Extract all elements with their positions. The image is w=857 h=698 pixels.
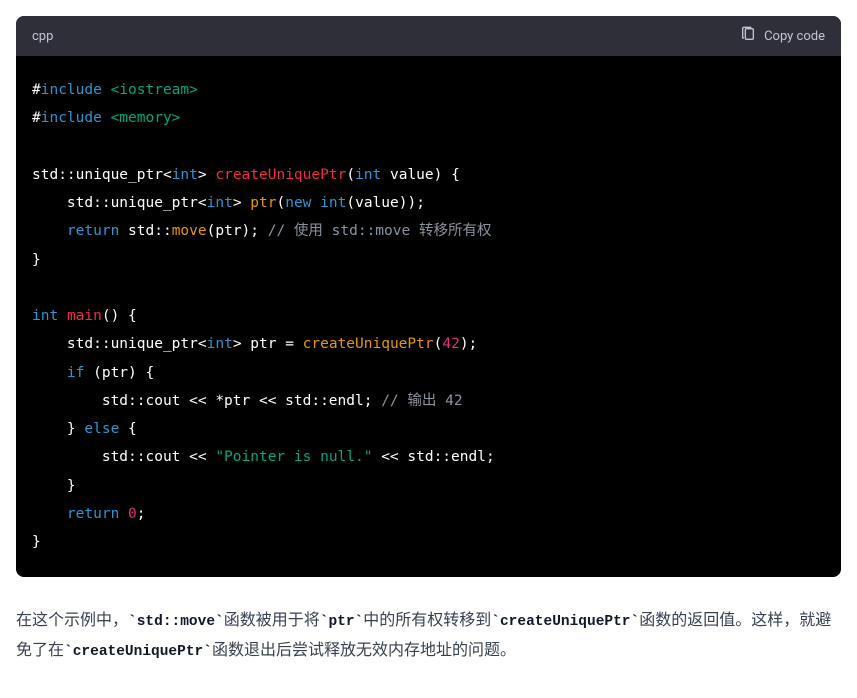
inline-code: `createUniquePtr` — [64, 644, 212, 660]
code-token: int — [172, 167, 198, 183]
code-token: include — [41, 82, 102, 98]
code-token: std::unique_ptr< — [32, 336, 207, 352]
code-token — [32, 365, 67, 381]
code-body[interactable]: #include <iostream> #include <memory> st… — [16, 56, 841, 577]
code-token: std:: — [119, 223, 171, 239]
code-token — [102, 82, 111, 98]
code-token: int — [207, 195, 233, 211]
code-token: (ptr) { — [84, 365, 154, 381]
code-token: > — [198, 167, 215, 183]
code-token — [311, 195, 320, 211]
code-token: { — [119, 421, 136, 437]
code-token: createUniquePtr — [215, 167, 346, 183]
code-token: } — [32, 421, 84, 437]
prose-text: 中的所有权转移到 — [363, 610, 491, 629]
code-token: ptr — [250, 195, 276, 211]
code-token — [32, 506, 67, 522]
inline-code: `createUniquePtr` — [491, 614, 639, 630]
code-token — [119, 506, 128, 522]
code-token: ( — [276, 195, 285, 211]
code-token: 42 — [442, 336, 459, 352]
prose-text: 函数退出后尝试释放无效内存地址的问题。 — [212, 640, 516, 659]
code-token: // 输出 42 — [381, 393, 462, 409]
prose-text: 在这个示例中， — [16, 610, 128, 629]
code-token: 0 — [128, 506, 137, 522]
code-token: include — [41, 110, 102, 126]
explanation-paragraph: 在这个示例中，`std::move`函数被用于将`ptr`中的所有权转移到`cr… — [16, 605, 841, 667]
prose-text: 函数被用于将 — [224, 610, 320, 629]
code-token: "Pointer is null." — [215, 449, 372, 465]
code-token: (value)); — [346, 195, 425, 211]
code-token: } — [32, 478, 76, 494]
clipboard-icon — [740, 26, 756, 46]
copy-code-label: Copy code — [764, 29, 825, 44]
inline-code: `ptr` — [320, 614, 364, 630]
code-token: std::unique_ptr< — [32, 167, 172, 183]
code-token: # — [32, 82, 41, 98]
code-token: ( — [346, 167, 355, 183]
code-token: createUniquePtr — [303, 336, 434, 352]
code-token: return — [67, 223, 119, 239]
code-token: > ptr = — [233, 336, 303, 352]
code-token: ); — [460, 336, 477, 352]
code-token: } — [32, 534, 41, 550]
code-token: > — [233, 195, 250, 211]
code-token: int — [32, 308, 58, 324]
code-token: int — [320, 195, 346, 211]
code-token: std::cout << — [32, 449, 215, 465]
code-token: std::cout << *ptr << std::endl; — [32, 393, 381, 409]
inline-code: `std::move` — [128, 614, 224, 630]
code-token: if — [67, 365, 84, 381]
code-token: int — [207, 336, 233, 352]
code-token: value) { — [381, 167, 460, 183]
code-pre: #include <iostream> #include <memory> st… — [32, 76, 825, 557]
code-token: new — [285, 195, 311, 211]
code-token — [32, 223, 67, 239]
code-header: cpp Copy code — [16, 16, 841, 56]
code-token: // 使用 std::move 转移所有权 — [268, 223, 492, 239]
code-token — [58, 308, 67, 324]
code-token: else — [84, 421, 119, 437]
code-token — [102, 110, 111, 126]
code-token: (ptr); — [207, 223, 268, 239]
code-token: <memory> — [111, 110, 181, 126]
code-token: # — [32, 110, 41, 126]
code-token: << std::endl; — [372, 449, 494, 465]
code-token: main — [67, 308, 102, 324]
code-token: ; — [137, 506, 146, 522]
code-token: () { — [102, 308, 137, 324]
code-token: return — [67, 506, 119, 522]
code-token: } — [32, 252, 41, 268]
code-block: cpp Copy code #include <iostream> #inclu… — [16, 16, 841, 577]
code-token: std::unique_ptr< — [32, 195, 207, 211]
code-token: <iostream> — [111, 82, 198, 98]
copy-code-button[interactable]: Copy code — [740, 26, 825, 46]
code-token: int — [355, 167, 381, 183]
code-token: move — [172, 223, 207, 239]
language-label: cpp — [32, 29, 53, 44]
